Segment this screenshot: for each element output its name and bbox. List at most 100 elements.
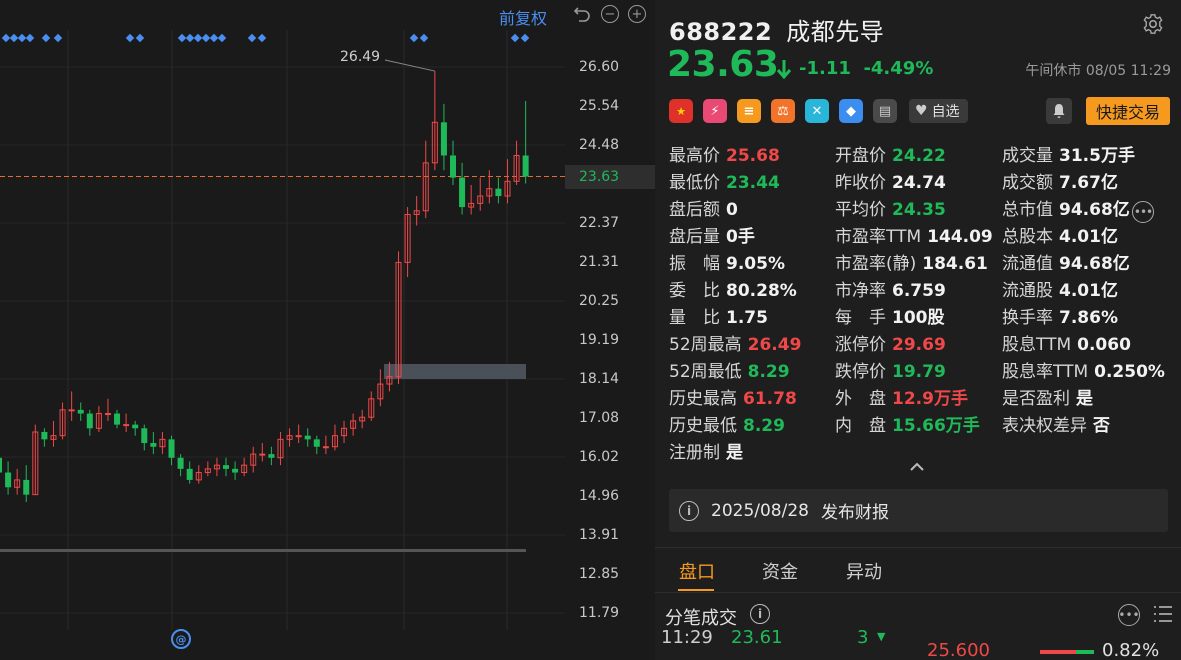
market-status: 午间休市 08/05 11:29: [1025, 63, 1171, 79]
candle-body: [104, 413, 111, 416]
stat-col2-3: 市盈率TTM 144.09: [835, 227, 993, 247]
change-value: -1.11: [799, 58, 851, 79]
marker-dot: [209, 33, 219, 43]
stat-col1-9: 历史最高 61.78: [669, 389, 797, 409]
stat-label: 是否盈利: [1002, 389, 1070, 409]
data-icon[interactable]: ≡: [737, 99, 761, 123]
candlestick-chart[interactable]: 26.49: [0, 0, 565, 630]
candle-body: [0, 457, 2, 473]
doc-icon[interactable]: ▤: [873, 99, 897, 123]
stat-col2-6: 每 手 100股: [835, 308, 945, 328]
stat-value: 144.09: [927, 227, 993, 247]
stat-value: 0: [726, 200, 738, 220]
stat-col3-0: 成交量 31.5万手: [1002, 146, 1135, 166]
scale-icon[interactable]: ⚖: [771, 99, 795, 123]
marker-dot: [125, 33, 135, 43]
stat-label: 市盈率(静): [835, 254, 917, 274]
candle-body: [177, 457, 184, 469]
stat-value: 4.01亿: [1059, 227, 1118, 247]
badge-row: ★ ⚡ ≡ ⚖ ✕ ◆ ▤ ♥ 自选: [669, 98, 968, 124]
report-label: 发布财报: [820, 503, 889, 523]
peak-label: 26.49: [340, 49, 380, 65]
stat-col2-9: 外 盘 12.9万手: [835, 389, 968, 409]
stat-value: 24.22: [892, 146, 946, 166]
add-favorite-button[interactable]: ♥ 自选: [909, 99, 968, 123]
china-flag-icon[interactable]: ★: [669, 99, 693, 123]
marker-dot: [41, 33, 51, 43]
marker-dot: [25, 33, 35, 43]
stat-label: 52周最低: [669, 362, 742, 382]
stat-value: 0手: [726, 227, 755, 247]
stat-value: 94.68亿: [1059, 200, 1130, 220]
zoom-magnifier-icon[interactable]: @: [171, 629, 191, 649]
price-tick: 14.96: [579, 488, 620, 504]
price-tick: 12.85: [579, 566, 620, 582]
stat-col3-7: 股息TTM 0.060: [1002, 335, 1131, 355]
stat-value: 是: [726, 443, 743, 463]
marker-dot: [185, 33, 195, 43]
stat-label: 涨停价: [835, 335, 886, 355]
stat-label: 每 手: [835, 308, 886, 328]
marker-dot: [510, 33, 520, 43]
tag-icon[interactable]: ◆: [839, 99, 863, 123]
stat-value: 8.29: [747, 362, 790, 382]
stat-col1-2: 盘后额 0: [669, 200, 738, 220]
stat-col2-4: 市盈率(静) 184.61: [835, 254, 988, 274]
stat-label: 最低价: [669, 173, 720, 193]
candle-body: [313, 439, 320, 447]
level-bar-red: [1040, 650, 1076, 654]
peak-leader: [384, 59, 435, 72]
quick-trade-button[interactable]: 快捷交易: [1086, 97, 1170, 125]
gear-icon[interactable]: [1142, 13, 1164, 35]
candle-body: [259, 453, 266, 456]
stat-col1-4: 振 幅 9.05%: [669, 254, 785, 274]
stat-col3-6: 换手率 7.86%: [1002, 308, 1118, 328]
last-price: 23.63: [667, 44, 779, 85]
stat-value: 29.69: [892, 335, 946, 355]
stat-label: 开盘价: [835, 146, 886, 166]
stat-col1-6: 量 比 1.75: [669, 308, 768, 328]
candle-body: [5, 472, 12, 488]
divider: [655, 592, 1181, 593]
bell-icon[interactable]: [1046, 98, 1072, 124]
stat-label: 市净率: [835, 281, 886, 301]
stat-label: 昨收价: [835, 173, 886, 193]
stat-label: 委 比: [669, 281, 720, 301]
stat-label: 股息率TTM: [1002, 362, 1089, 382]
connect-icon[interactable]: ✕: [805, 99, 829, 123]
stat-col2-7: 涨停价 29.69: [835, 335, 946, 355]
marker-dot: [193, 33, 203, 43]
collapse-caret-icon[interactable]: [909, 461, 925, 473]
tab-funds[interactable]: 资金: [762, 558, 798, 584]
candle-body: [268, 454, 275, 458]
tick-row: 11:29 23.61 3 ▼ 25.600 0.82%: [655, 628, 1181, 660]
adjust-toggle[interactable]: 前复权: [499, 5, 547, 29]
stat-label: 换手率: [1002, 308, 1053, 328]
candle-body: [295, 435, 302, 438]
price-tick: 26.60: [579, 59, 620, 75]
info-icon[interactable]: i: [750, 604, 770, 624]
tick-time: 11:29: [661, 628, 713, 648]
tab-movement[interactable]: 异动: [846, 558, 882, 584]
price-tick: 22.37: [579, 215, 620, 231]
stat-col3-8: 股息率TTM 0.250%: [1002, 362, 1165, 382]
stat-value: 31.5万手: [1059, 146, 1135, 166]
stat-col1-8: 52周最低 8.29: [669, 362, 790, 382]
stat-value: 0.060: [1077, 335, 1131, 355]
list-view-icon[interactable]: [1152, 604, 1174, 624]
favorite-label: 自选: [931, 104, 960, 120]
more-icon[interactable]: •••: [1118, 604, 1140, 626]
earnings-notice[interactable]: i 2025/08/28 发布财报: [669, 489, 1168, 532]
tab-orderbook[interactable]: 盘口: [679, 558, 715, 584]
stat-col2-8: 跌停价 19.79: [835, 362, 946, 382]
price-tick: 25.54: [579, 98, 620, 114]
candle-body: [168, 439, 175, 458]
price-tick: 17.08: [579, 410, 620, 426]
stat-col2-10: 内 盘 15.66万手: [835, 416, 980, 436]
margin-icon[interactable]: ⚡: [703, 99, 727, 123]
price-tick: 21.31: [579, 254, 620, 270]
level-price: 25.600: [927, 640, 990, 660]
stat-label: 成交额: [1002, 173, 1053, 193]
change-percent: -4.49%: [863, 58, 934, 79]
more-icon[interactable]: •••: [1132, 201, 1154, 223]
